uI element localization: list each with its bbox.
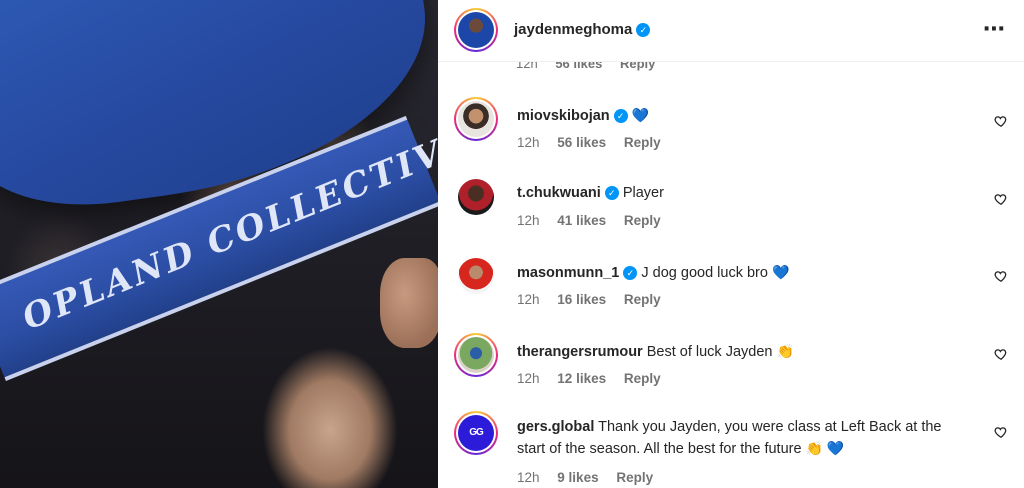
comment-likes[interactable]: 9 likes [557,470,598,485]
like-heart-icon[interactable] [994,192,1008,206]
like-heart-icon[interactable] [994,269,1008,283]
post-photo: OPLAND COLLECTIVE [0,0,438,488]
comment-username[interactable]: gers.global [517,419,594,435]
blue-heart-emoji: 💙 [631,107,650,123]
comment-meta: 12h 16 likes Reply [517,292,675,307]
avatar[interactable] [454,175,498,219]
comment-body: Best of luck Jayden [646,344,773,360]
clap-emoji: 👏 [776,343,794,359]
comment-time: 12h [517,213,540,228]
avatar[interactable] [454,333,498,377]
comment-meta: 12h 41 likes Reply [517,213,675,228]
comment-body: J dog good luck bro [641,265,768,281]
comment-username[interactable]: t.chukwuani [517,185,601,201]
like-heart-icon[interactable] [994,114,1008,128]
more-options-icon[interactable]: ⋯ [983,16,1006,42]
comments-panel: 12h 56 likes Reply miovskibojan ✓ 💙 12h 5… [438,0,1024,488]
comment-text: gers.global Thank you Jayden, you were c… [517,417,967,460]
comment-meta: 12h 12 likes Reply [517,371,675,386]
hand-shape [380,258,438,348]
comment-text: miovskibojan ✓ 💙 [517,105,967,127]
comment-likes[interactable]: 12 likes [557,371,606,386]
gg-logo: GG [458,415,494,451]
comment-meta: 12h 56 likes Reply [517,135,675,150]
comment-username[interactable]: masonmunn_1 [517,265,619,281]
reply-button[interactable]: Reply [616,470,653,485]
verified-badge-icon: ✓ [604,186,619,200]
verified-badge-icon: ✓ [636,23,651,37]
post-header: jaydenmeghoma ✓ ⋯ [438,0,1024,62]
comment-text: therangersrumour Best of luck Jayden 👏 [517,341,967,363]
verified-badge-icon: ✓ [623,266,638,280]
comment-text: masonmunn_1 ✓ J dog good luck bro 💙 [517,262,967,284]
like-heart-icon[interactable] [994,425,1008,439]
verified-badge-icon: ✓ [613,109,628,123]
reply-button[interactable]: Reply [624,213,661,228]
comment-meta: 12h 9 likes Reply [517,470,667,485]
reply-button[interactable]: Reply [624,292,661,307]
comment-time: 12h [517,292,540,307]
owner-username[interactable]: jaydenmeghoma [514,21,632,38]
comment-time: 12h [517,371,540,386]
reply-button[interactable]: Reply [624,371,661,386]
comment-time: 12h [517,135,540,150]
comment-likes[interactable]: 16 likes [557,292,606,307]
comment-likes[interactable]: 41 likes [557,213,606,228]
like-heart-icon[interactable] [994,347,1008,361]
owner-name: jaydenmeghoma ✓ [514,21,651,38]
owner-avatar[interactable] [454,8,498,52]
avatar[interactable]: GG [454,411,498,455]
avatar[interactable] [454,254,498,298]
comment-username[interactable]: therangersrumour [517,344,643,360]
comment-time: 12h [517,470,540,485]
comment-body: Player [622,185,664,201]
comment-likes[interactable]: 56 likes [557,135,606,150]
clap-heart-emoji: 👏 💙 [805,440,845,456]
blue-heart-emoji: 💙 [771,264,790,280]
reply-button[interactable]: Reply [624,135,661,150]
comments-list[interactable]: 12h 56 likes Reply miovskibojan ✓ 💙 12h 5… [438,0,1024,488]
comment-text: t.chukwuani ✓ Player [517,183,967,204]
avatar[interactable] [454,97,498,141]
comment-username[interactable]: miovskibojan [517,108,610,124]
